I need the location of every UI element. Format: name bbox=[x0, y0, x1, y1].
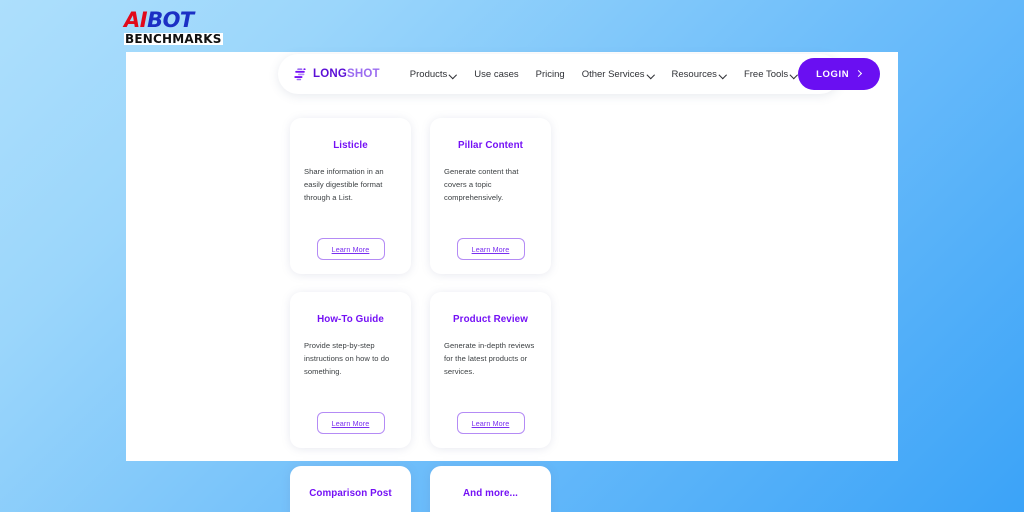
chevron-down-icon bbox=[450, 71, 457, 78]
card-title: And more... bbox=[463, 488, 518, 499]
nav-item-resources-label: Resources bbox=[671, 68, 717, 80]
learn-more-label: Learn More bbox=[331, 244, 370, 254]
watermark-bot-text: BOT bbox=[147, 8, 194, 32]
nav-item-products-label: Products bbox=[409, 68, 448, 80]
card-title: How-To Guide bbox=[317, 314, 384, 325]
chevron-down-icon bbox=[648, 71, 655, 78]
brand-shot-text: SHOT bbox=[347, 68, 380, 80]
watermark-ai-text: AI bbox=[124, 8, 148, 32]
chevron-right-icon bbox=[856, 71, 862, 77]
template-card-comparison-post[interactable]: Comparison Post Compare the Pros-Cons an… bbox=[290, 466, 411, 512]
nav-item-resources[interactable]: Resources bbox=[672, 69, 727, 80]
nav-item-other-services[interactable]: Other Services bbox=[582, 69, 655, 80]
nav-item-use-cases-label: Use cases bbox=[474, 68, 519, 80]
brand-long-text: LONG bbox=[313, 68, 348, 80]
chevron-down-icon bbox=[791, 71, 798, 78]
learn-more-label: Learn More bbox=[471, 418, 510, 428]
nav-item-other-services-label: Other Services bbox=[581, 68, 645, 80]
watermark-benchmarks-text: BENCHMARKS bbox=[124, 32, 223, 46]
card-description: Generate content that covers a topic com… bbox=[444, 166, 519, 202]
learn-more-label: Learn More bbox=[471, 244, 510, 254]
card-title: Listicle bbox=[333, 140, 368, 151]
template-card-how-to-guide[interactable]: How-To Guide Provide step-by-step instru… bbox=[290, 292, 411, 448]
card-title: Comparison Post bbox=[309, 488, 392, 499]
template-card-listicle[interactable]: Listicle Share information in an easily … bbox=[290, 118, 411, 274]
nav-item-free-tools-label: Free Tools bbox=[743, 68, 789, 80]
card-title: Product Review bbox=[453, 314, 528, 325]
template-cards-grid: Listicle Share information in an easily … bbox=[290, 118, 690, 512]
learn-more-label: Learn More bbox=[331, 418, 370, 428]
learn-more-button[interactable]: Learn More bbox=[316, 238, 385, 260]
aibot-benchmarks-watermark: AIBOT BENCHMARKS bbox=[124, 10, 223, 47]
watermark-top-line: AIBOT bbox=[124, 10, 223, 31]
nav-item-pricing[interactable]: Pricing bbox=[536, 69, 565, 80]
template-card-product-review[interactable]: Product Review Generate in-depth reviews… bbox=[430, 292, 551, 448]
brand-wordmark: LONGSHOT bbox=[313, 68, 380, 80]
learn-more-button[interactable]: Learn More bbox=[456, 238, 525, 260]
login-button[interactable]: LOGIN bbox=[798, 58, 881, 90]
card-description: Provide step-by-step instructions on how… bbox=[304, 340, 390, 376]
speed-lines-icon bbox=[294, 67, 306, 80]
card-description: Share information in an easily digestibl… bbox=[304, 166, 384, 202]
longshot-brand-logo[interactable]: LONGSHOT bbox=[294, 67, 380, 81]
nav-item-pricing-label: Pricing bbox=[535, 68, 565, 80]
chevron-down-icon bbox=[720, 71, 727, 78]
card-description: Generate in-depth reviews for the latest… bbox=[444, 340, 535, 376]
template-card-pillar-content[interactable]: Pillar Content Generate content that cov… bbox=[430, 118, 551, 274]
card-title: Pillar Content bbox=[457, 140, 524, 151]
nav-item-use-cases[interactable]: Use cases bbox=[474, 69, 518, 80]
nav-item-products[interactable]: Products bbox=[410, 69, 458, 80]
login-button-label: LOGIN bbox=[816, 68, 850, 80]
nav-item-free-tools[interactable]: Free Tools bbox=[744, 69, 798, 80]
learn-more-button[interactable]: Learn More bbox=[456, 412, 525, 434]
template-card-and-more[interactable]: And more... Check out all the other Auto… bbox=[430, 466, 551, 512]
nav-links-list: Products Use cases Pricing Other Service… bbox=[410, 69, 798, 80]
main-navbar: LONGSHOT Products Use cases Pricing Othe… bbox=[278, 54, 881, 94]
learn-more-button[interactable]: Learn More bbox=[316, 412, 385, 434]
